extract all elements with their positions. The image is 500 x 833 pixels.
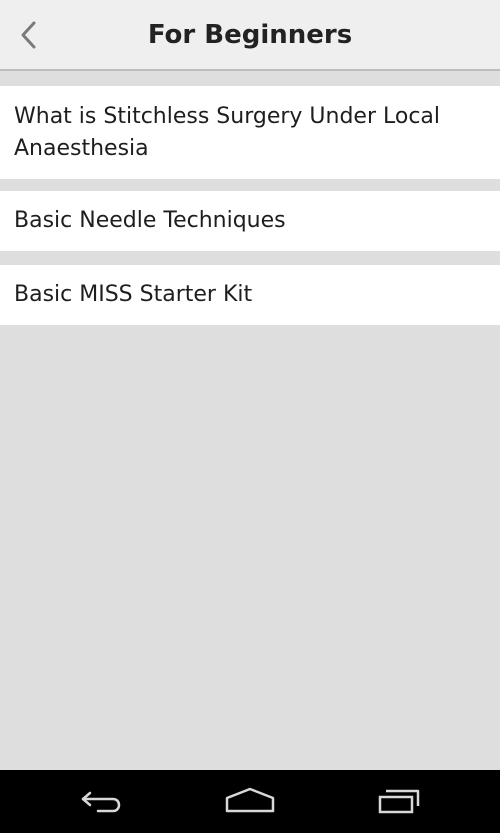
list-item-label: Basic MISS Starter Kit (14, 282, 253, 307)
nav-recents-icon (378, 789, 420, 814)
nav-home-icon (225, 787, 275, 813)
nav-home-button[interactable] (210, 778, 290, 824)
list-item-label: What is Stitchless Surgery Under Local A… (14, 103, 441, 161)
nav-back-button[interactable] (63, 778, 143, 824)
list-container: What is Stitchless Surgery Under Local A… (0, 73, 500, 770)
chevron-left-icon (21, 21, 36, 49)
nav-recents-button[interactable] (357, 778, 437, 824)
nav-back-icon (81, 791, 121, 813)
app-bar: For Beginners (0, 0, 500, 71)
page-title: For Beginners (147, 20, 353, 50)
system-navigation-bar (0, 770, 500, 833)
list-item[interactable]: Basic Needle Techniques (0, 191, 500, 251)
list-item[interactable]: Basic MISS Starter Kit (0, 265, 500, 325)
list-item[interactable]: What is Stitchless Surgery Under Local A… (0, 86, 500, 179)
list-item-label: Basic Needle Techniques (14, 208, 286, 233)
back-button[interactable] (6, 12, 52, 58)
